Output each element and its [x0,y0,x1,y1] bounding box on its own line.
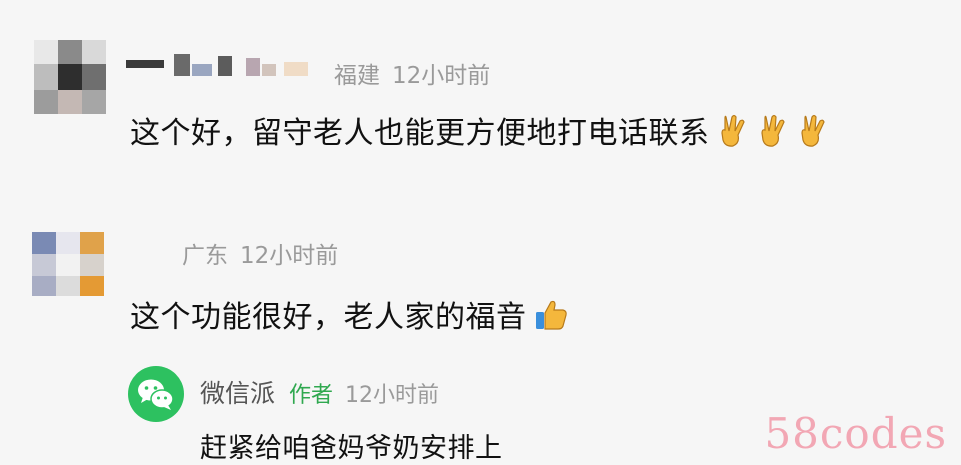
reply-header: 微信派 作者 12小时前 [200,374,439,410]
comment-time: 12小时前 [392,63,491,89]
reply-time: 12小时前 [345,383,440,408]
comment-location: 广东 [182,243,228,269]
thumbs-up-icon [533,297,569,341]
comment-text-body: 这个功能很好，老人家的福音 [130,300,527,335]
reply-text: 赶紧给咱爸妈爷奶安排上 [200,433,503,464]
victory-hand-icon [716,113,750,157]
username-blurred[interactable] [126,54,326,80]
comment-text: 这个好，留守老人也能更方便地打电话联系 [130,108,830,157]
comment-text: 这个功能很好，老人家的福音 [130,292,569,341]
comment-meta: 广东 12小时前 [182,236,338,270]
comment-meta: 福建 12小时前 [334,56,490,90]
comment-text-body: 这个好，留守老人也能更方便地打电话联系 [130,116,710,151]
comment-time: 12小时前 [240,243,339,269]
watermark-text: 58codes [764,409,947,458]
wechat-logo-icon[interactable] [128,366,184,422]
reply-author-name[interactable]: 微信派 [200,379,275,408]
comment-location: 福建 [334,63,380,89]
victory-hand-icon [756,113,790,157]
victory-hand-icon [796,113,830,157]
author-badge: 作者 [289,383,334,408]
user-avatar-blurred[interactable] [32,232,104,296]
user-avatar-blurred[interactable] [34,40,106,114]
